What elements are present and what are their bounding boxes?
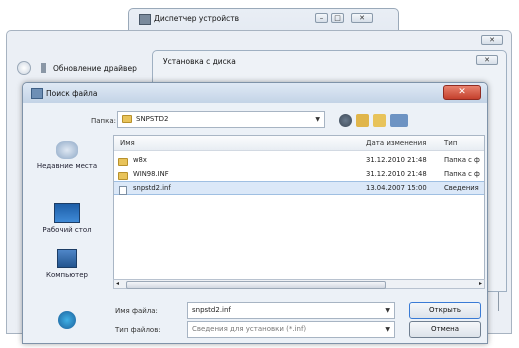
file-type: Сведения: [444, 184, 479, 192]
filename-label: Имя файла:: [115, 307, 158, 315]
close-button[interactable]: ✕: [443, 85, 481, 100]
network-icon: [58, 311, 76, 329]
chevron-down-icon: ▼: [385, 326, 390, 333]
update-driver-title: Обновление драйвер: [53, 64, 137, 73]
desktop-icon: [54, 203, 80, 223]
filetype-select[interactable]: Сведения для установки (*.inf) ▼: [187, 321, 395, 338]
folder-value: SNPSTD2: [136, 115, 169, 123]
close-button[interactable]: ✕: [351, 13, 373, 23]
place-label: Недавние места: [36, 162, 98, 170]
list-header: Имя Дата изменения Тип: [114, 136, 484, 151]
folder-label: Папка:: [91, 117, 117, 125]
list-item[interactable]: WIN98.INF 31.12.2010 21:48 Папка с ф: [114, 168, 484, 180]
file-date: 13.04.2007 15:00: [366, 184, 427, 192]
install-disk-title: Установка с диска: [163, 57, 236, 66]
list-item-selected[interactable]: snpstd2.inf 13.04.2007 15:00 Сведения: [114, 181, 484, 195]
maximize-button[interactable]: □: [331, 13, 344, 23]
close-button[interactable]: ✕: [476, 55, 498, 65]
file-type: Папка с ф: [444, 156, 480, 164]
up-folder-icon[interactable]: [356, 114, 369, 127]
find-file-dialog: Поиск файла ✕ Папка: SNPSTD2 ▼ Недавние …: [22, 82, 488, 344]
horizontal-scrollbar[interactable]: ◂ ▸: [113, 279, 485, 289]
filetype-label: Тип файлов:: [115, 326, 161, 334]
open-button[interactable]: Открыть: [409, 302, 481, 319]
chevron-down-icon: ▼: [385, 307, 390, 314]
file-name: w8x: [133, 156, 147, 164]
scroll-thumb[interactable]: [126, 281, 386, 289]
search-file-icon: [31, 88, 43, 99]
place-label: Компьютер: [46, 271, 88, 279]
driver-icon: [41, 63, 46, 73]
recent-places-icon: [56, 141, 78, 159]
close-button[interactable]: ✕: [481, 35, 503, 45]
cancel-button[interactable]: Отмена: [409, 321, 481, 338]
list-item[interactable]: w8x 31.12.2010 21:48 Папка с ф: [114, 154, 484, 166]
place-network[interactable]: [33, 311, 101, 332]
minimize-button[interactable]: –: [315, 13, 328, 23]
back-arrow-icon[interactable]: [17, 61, 31, 75]
back-icon[interactable]: [339, 114, 352, 127]
place-computer[interactable]: Компьютер: [33, 249, 101, 279]
file-list[interactable]: Имя Дата изменения Тип w8x 31.12.2010 21…: [113, 135, 485, 283]
place-desktop[interactable]: Рабочий стол: [33, 203, 101, 234]
scroll-left-icon[interactable]: ◂: [116, 280, 119, 287]
file-type: Папка с ф: [444, 170, 480, 178]
device-manager-icon: [139, 14, 151, 25]
place-recent[interactable]: Недавние места: [33, 141, 101, 170]
view-menu-icon[interactable]: [390, 114, 408, 127]
file-date: 31.12.2010 21:48: [366, 170, 427, 178]
column-type[interactable]: Тип: [444, 139, 457, 147]
scroll-right-icon[interactable]: ▸: [479, 280, 482, 287]
folder-select[interactable]: SNPSTD2 ▼: [117, 111, 325, 128]
file-name: snpstd2.inf: [133, 184, 171, 192]
new-folder-icon[interactable]: [373, 114, 386, 127]
place-label: Рабочий стол: [42, 226, 92, 234]
chevron-down-icon: ▼: [315, 116, 320, 123]
column-date[interactable]: Дата изменения: [366, 139, 426, 147]
filetype-value: Сведения для установки (*.inf): [192, 325, 307, 333]
filename-value: snpstd2.inf: [192, 306, 231, 314]
places-bar: Недавние места Рабочий стол Компьютер: [33, 125, 101, 335]
file-date: 31.12.2010 21:48: [366, 156, 427, 164]
find-file-title: Поиск файла: [46, 89, 98, 98]
computer-icon: [57, 249, 77, 268]
column-name[interactable]: Имя: [120, 139, 135, 147]
folder-icon: [122, 115, 132, 123]
device-manager-title: Диспетчер устройств: [154, 14, 240, 23]
file-name: WIN98.INF: [133, 170, 169, 178]
filename-input[interactable]: snpstd2.inf ▼: [187, 302, 395, 319]
